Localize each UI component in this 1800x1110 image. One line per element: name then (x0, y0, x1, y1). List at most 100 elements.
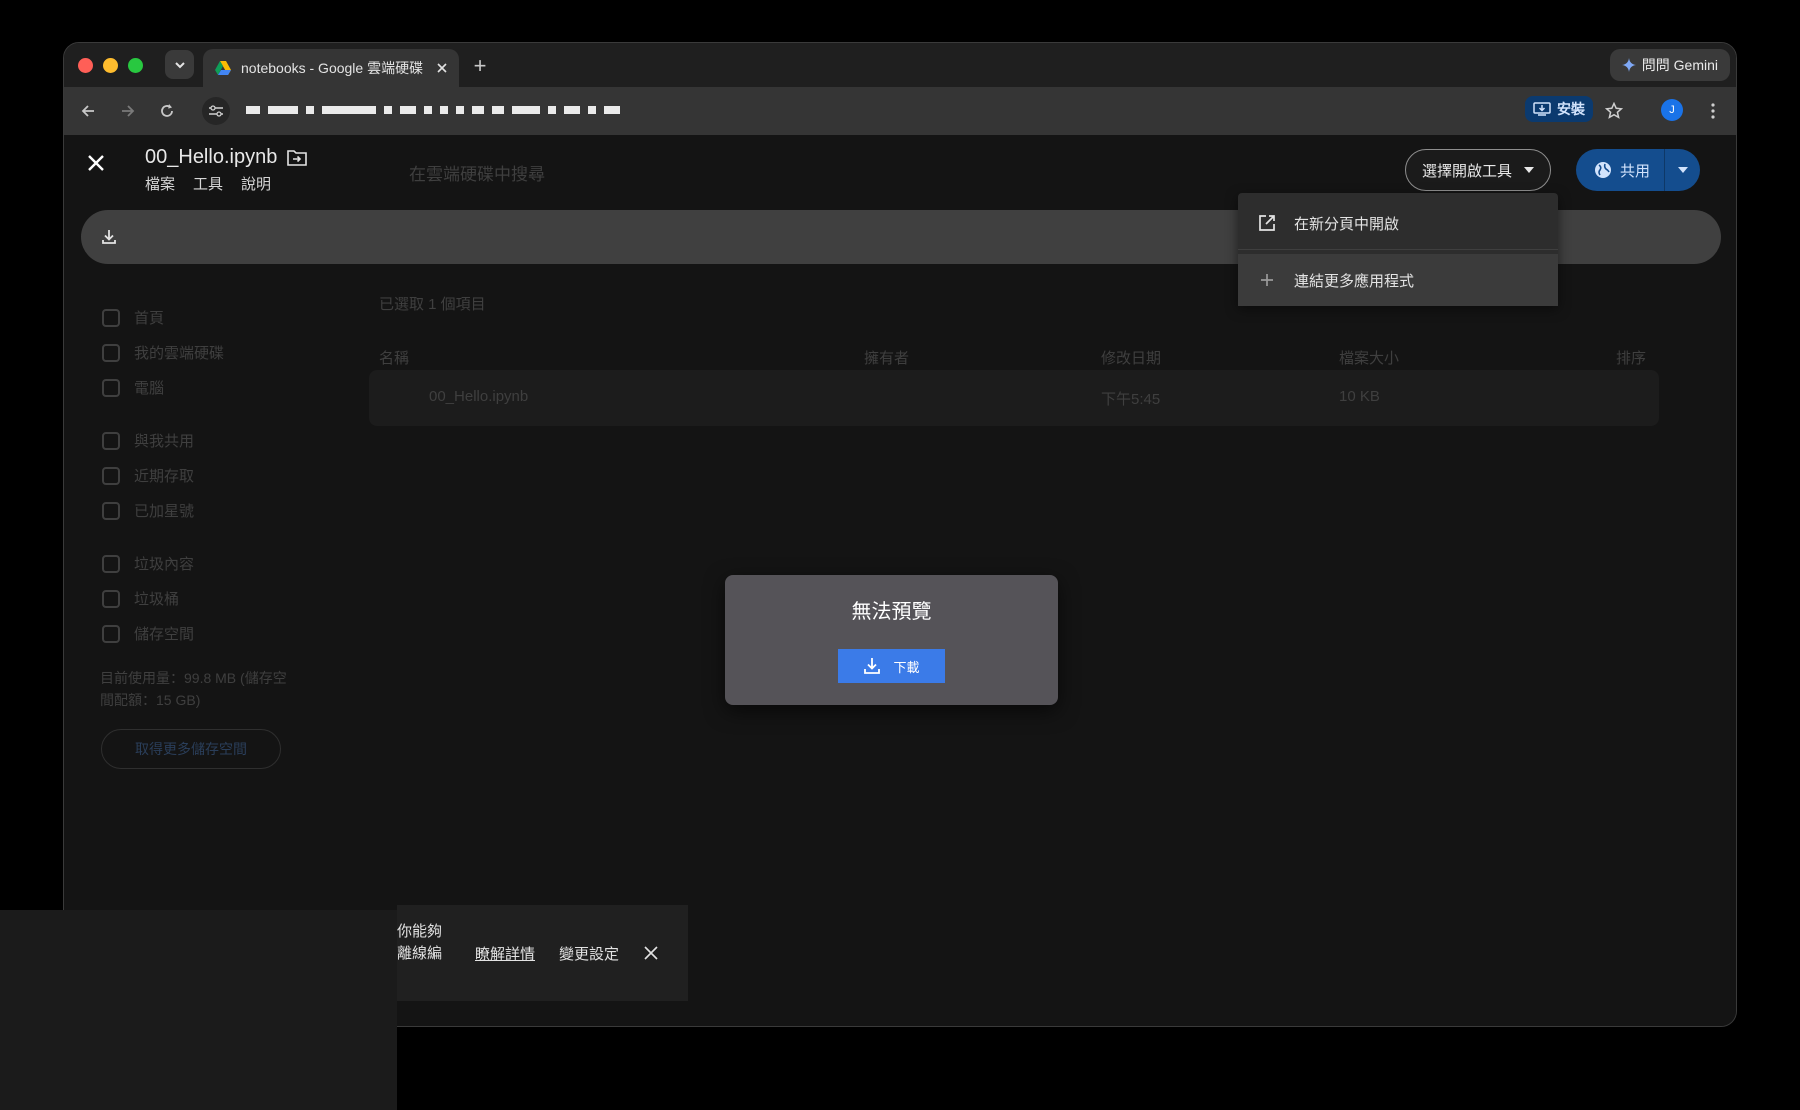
arrow-left-icon (81, 105, 94, 117)
share-label: 共用 (1620, 162, 1651, 180)
menu-help[interactable]: 說明 (241, 173, 271, 194)
people-icon (102, 431, 120, 450)
install-app-button[interactable]: 安裝 (1525, 96, 1593, 122)
tab-drive[interactable]: notebooks - Google 雲端硬碟 (203, 49, 459, 87)
gemini-label: 問問 Gemini (1641, 57, 1718, 73)
minimize-window-button[interactable] (103, 58, 118, 73)
chevron-down-icon (174, 61, 185, 68)
close-window-button[interactable] (78, 58, 93, 73)
profile-avatar[interactable]: J (1661, 99, 1683, 121)
open-in-new-icon (1259, 215, 1275, 231)
tab-search-button[interactable] (165, 50, 194, 79)
menu-divider (1238, 249, 1558, 250)
ask-gemini-button[interactable]: 問問 Gemini (1609, 49, 1730, 81)
column-size: 檔案大小 (1339, 350, 1400, 367)
sidebar-item-shared: 與我共用 (102, 430, 194, 451)
viewer-menu-bar: 檔案 工具 說明 (145, 173, 271, 194)
computer-icon (102, 378, 120, 397)
tab-strip: notebooks - Google 雲端硬碟 + 問問 Gemini (64, 43, 1736, 87)
move-to-folder-icon[interactable] (287, 149, 308, 166)
star-icon (102, 501, 120, 520)
sidebar-item-home: 首頁 (102, 307, 164, 328)
open-with-label: 選擇開啟工具 (1422, 162, 1513, 180)
dropdown-arrow-icon (1524, 167, 1535, 173)
get-more-storage-button: 取得更多儲存空間 (101, 729, 281, 769)
tab-title: notebooks - Google 雲端硬碟 (241, 60, 424, 76)
selection-bar: 已選取 1 個項目 (379, 293, 486, 314)
reload-button[interactable] (155, 99, 179, 123)
google-drive-icon (215, 61, 231, 75)
sidebar-item-recent: 近期存取 (102, 465, 194, 486)
sidebar-item-spam: 垃圾內容 (102, 553, 194, 574)
plus-icon (1261, 274, 1273, 286)
close-tab-icon[interactable] (437, 63, 447, 73)
new-tab-button[interactable]: + (467, 53, 493, 79)
sidebar-item-trash: 垃圾桶 (102, 588, 179, 609)
sidebar-item-storage: 儲存空間 (102, 623, 194, 644)
file-name: 00_Hello.ipynb (145, 146, 278, 168)
back-button[interactable] (76, 99, 100, 123)
menu-item-label: 在新分頁中開啟 (1294, 215, 1400, 233)
dialog-title: 無法預覽 (851, 601, 932, 623)
share-options-button[interactable] (1664, 149, 1701, 191)
download-icon (864, 658, 881, 674)
overlay-black-block (0, 910, 397, 1110)
bookmark-button[interactable] (1602, 99, 1626, 123)
open-with-menu: 在新分頁中開啟 連結更多應用程式 (1238, 193, 1558, 306)
share-group: 共用 (1576, 149, 1701, 191)
dismiss-notice-button[interactable] (641, 943, 661, 963)
menu-tools[interactable]: 工具 (193, 173, 223, 194)
no-preview-dialog: 無法預覽 下載 (725, 575, 1058, 705)
forward-button[interactable] (116, 99, 140, 123)
menu-item-label: 連結更多應用程式 (1294, 272, 1415, 290)
change-settings-link[interactable]: 變更設定 (559, 943, 619, 964)
selection-text: 已選取 1 個項目 (379, 296, 486, 313)
close-viewer-button[interactable] (84, 151, 108, 175)
sidebar-item-computers: 電腦 (102, 377, 164, 398)
sidebar-item-starred: 已加星號 (102, 500, 194, 521)
tune-icon (209, 105, 223, 117)
reload-icon (161, 104, 173, 117)
spam-icon (102, 554, 120, 573)
notice-text: 你能夠 離線編 (397, 923, 443, 962)
learn-more-link[interactable]: 瞭解詳情 (475, 943, 535, 964)
download-toolbar-button[interactable] (97, 225, 121, 249)
site-info-button[interactable] (202, 97, 230, 125)
drive-search-placeholder: 在雲端硬碟中搜尋 (409, 165, 545, 184)
sort-button: 排序 (1615, 350, 1646, 367)
drive-page: 在雲端硬碟中搜尋 已選取 1 個項目 首頁 我的雲端硬碟 電腦 與我共用 近期存… (64, 135, 1736, 1026)
share-button[interactable]: 共用 (1576, 149, 1665, 191)
maximize-window-button[interactable] (128, 58, 143, 73)
address-bar[interactable] (200, 93, 1600, 129)
browser-window: notebooks - Google 雲端硬碟 + 問問 Gemini 安裝 J… (63, 42, 1737, 1027)
download-icon (102, 230, 116, 244)
browser-toolbar: 安裝 J (64, 87, 1736, 135)
more-vert-icon (1711, 103, 1715, 119)
menu-item-open-new-tab[interactable]: 在新分頁中開啟 (1238, 197, 1558, 249)
star-icon (1605, 102, 1623, 119)
row-size: 10 KB (1339, 388, 1380, 405)
close-icon (88, 155, 104, 171)
clock-icon (102, 466, 120, 485)
menu-item-connect-more-apps[interactable]: 連結更多應用程式 (1238, 254, 1558, 306)
close-icon (644, 946, 658, 960)
storage-usage-text: 目前使用量：99.8 MB (儲存空間配額：15 GB) (100, 670, 287, 708)
browser-menu-button[interactable] (1704, 99, 1722, 123)
gemini-sparkle-icon (1621, 58, 1636, 72)
install-label: 安裝 (1557, 101, 1585, 117)
column-modified: 修改日期 (1101, 350, 1162, 367)
menu-file[interactable]: 檔案 (145, 173, 175, 194)
arrow-right-icon (122, 105, 135, 117)
url-redacted (246, 106, 620, 116)
trash-icon (102, 589, 120, 608)
drive-icon (102, 343, 120, 362)
sidebar-item-my-drive: 我的雲端硬碟 (102, 342, 224, 363)
download-button[interactable]: 下載 (838, 649, 945, 683)
install-desktop-icon (1533, 102, 1551, 116)
download-label: 下載 (893, 659, 920, 675)
row-modified: 下午5:45 (1101, 391, 1161, 408)
column-name: 名稱 (379, 350, 410, 367)
dropdown-arrow-icon (1677, 167, 1688, 173)
open-with-button[interactable]: 選擇開啟工具 (1405, 149, 1552, 191)
file-title: 00_Hello.ipynb (145, 146, 308, 169)
